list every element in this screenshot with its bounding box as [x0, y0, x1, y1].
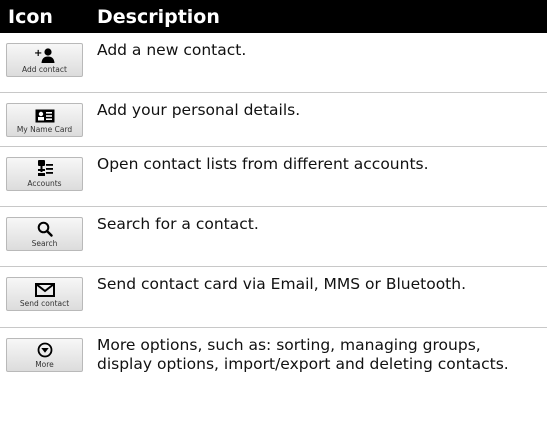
icon-cell: + Add contact	[0, 33, 89, 92]
table-row: More More options, such as: sorting, man…	[0, 328, 547, 436]
description-text: Search for a contact.	[97, 215, 259, 233]
header-icon-column: Icon	[8, 5, 53, 28]
envelope-icon	[34, 283, 55, 297]
header-description-column: Description	[97, 5, 220, 28]
description-text: More options, such as: sorting, managing…	[97, 336, 509, 373]
description-text: Add your personal details.	[97, 101, 301, 119]
description-text: Open contact lists from different accoun…	[97, 155, 429, 173]
add-contact-button: + Add contact	[6, 43, 83, 77]
table-row: + Add contact Add a new contact.	[0, 33, 547, 93]
icon-cell: Search	[0, 207, 89, 266]
svg-text:+: +	[34, 48, 42, 59]
search-icon	[37, 221, 53, 237]
name-card-icon	[35, 109, 54, 123]
icon-cell: My Name Card	[0, 93, 89, 146]
icon-cell: Send contact	[0, 267, 89, 327]
more-button: More	[6, 338, 83, 372]
more-icon	[37, 342, 52, 358]
icon-cell: Accounts	[0, 147, 89, 206]
description-text: Send contact card via Email, MMS or Blue…	[97, 275, 467, 293]
table-row: Accounts Open contact lists from differe…	[0, 147, 547, 207]
add-contact-icon: +	[34, 48, 54, 63]
description-text: Add a new contact.	[97, 41, 247, 59]
button-caption: Add contact	[22, 65, 67, 74]
icon-description-table: Icon Description + Add contact Add a new…	[0, 0, 547, 436]
table-row: My Name Card Add your personal details.	[0, 93, 547, 147]
table-header: Icon Description	[0, 0, 547, 33]
button-caption: Accounts	[27, 179, 62, 188]
my-name-card-button: My Name Card	[6, 103, 83, 137]
accounts-button: Accounts	[6, 157, 83, 191]
button-caption: Search	[31, 239, 58, 248]
button-caption: Send contact	[19, 299, 70, 308]
button-caption: My Name Card	[16, 125, 73, 134]
send-contact-button: Send contact	[6, 277, 83, 311]
icon-cell: More	[0, 328, 89, 436]
accounts-icon	[37, 160, 53, 176]
table-row: Send contact Send contact card via Email…	[0, 267, 547, 328]
button-caption: More	[35, 360, 54, 369]
table-row: Search Search for a contact.	[0, 207, 547, 267]
search-button: Search	[6, 217, 83, 251]
